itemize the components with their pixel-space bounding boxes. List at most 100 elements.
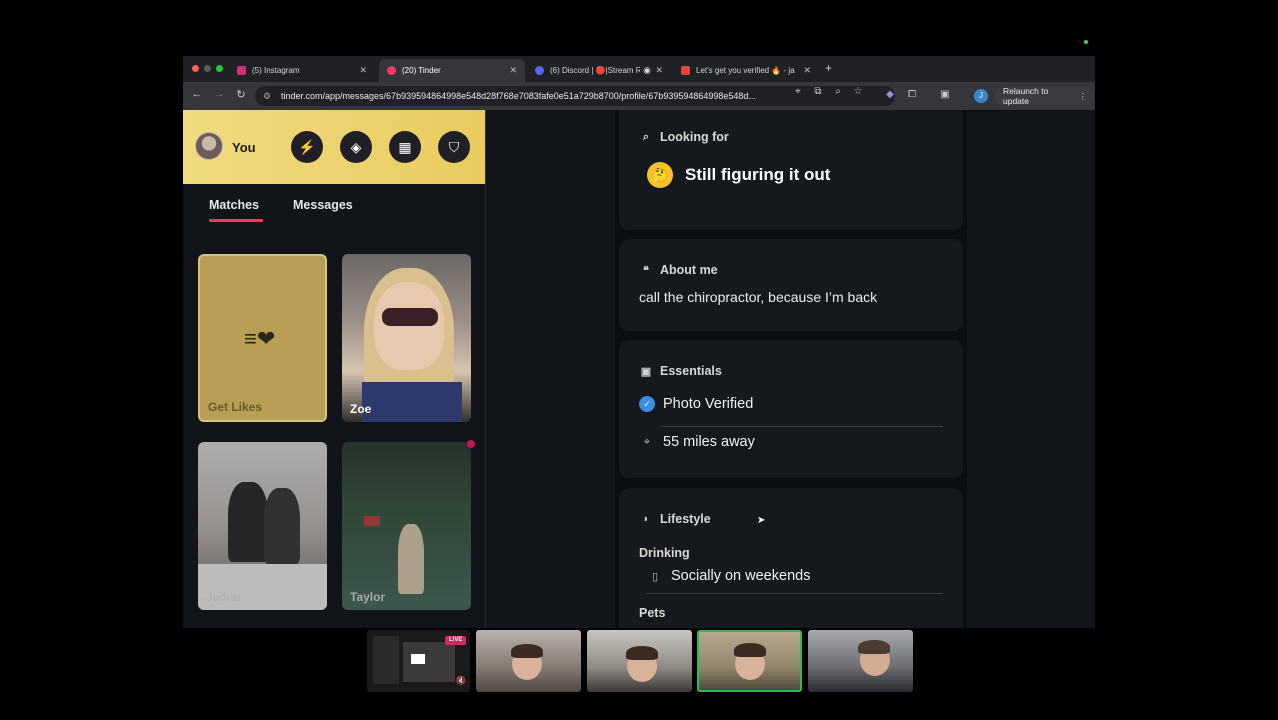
section-title: ◗ Lifestyle <box>639 512 711 526</box>
lifestyle-section: ◗ Lifestyle Drinking ▯ Socially on weeke… <box>619 488 963 628</box>
new-match-dot <box>467 440 475 448</box>
tab-gmail[interactable]: Let's get you verified 🔥 - ja ✕ <box>673 59 819 82</box>
new-tab-button[interactable]: + <box>825 61 832 75</box>
install-app-icon[interactable]: ⧉ <box>811 86 825 97</box>
profile-avatar[interactable]: J <box>974 89 988 103</box>
photo-verified-label: Photo Verified <box>663 396 754 412</box>
zoom-icon[interactable]: ⌕ <box>831 86 845 97</box>
explore-compass-icon[interactable]: ◈ <box>340 131 372 163</box>
site-settings-icon[interactable]: ⚙ <box>263 91 273 101</box>
card-label: Get Likes <box>208 400 263 414</box>
tab-messages[interactable]: Messages <box>293 198 353 212</box>
location-icon[interactable]: ⌖ <box>791 86 805 97</box>
thinking-face-icon: 🤔 <box>647 162 673 188</box>
match-card-jaden[interactable]: Jaden <box>198 442 327 610</box>
more-menu-icon[interactable]: ⋮ <box>1079 91 1088 102</box>
sidebar-header: You ⚡ ◈ ▦ ⛉ <box>183 110 485 184</box>
extensions-puzzle-icon[interactable]: ⧠ <box>906 89 918 101</box>
tab-bar: (5) Instagram ✕ (20) Tinder ✕ (6) Discor… <box>183 56 1095 82</box>
video-tile-participant-speaking[interactable] <box>697 630 802 692</box>
photo-person <box>264 488 300 564</box>
photo-person <box>228 482 268 562</box>
video-tile-participant[interactable] <box>476 630 581 692</box>
close-tab-icon[interactable]: ✕ <box>803 65 811 76</box>
tab-tinder[interactable]: (20) Tinder ✕ <box>379 59 525 82</box>
avatar[interactable] <box>195 132 223 160</box>
sidebar-tabs: Matches Messages <box>183 184 485 228</box>
card-label: Jaden <box>206 590 241 604</box>
maximize-window-button[interactable] <box>216 65 223 72</box>
video-tile-participant[interactable] <box>808 630 913 692</box>
minimize-window-button[interactable] <box>204 65 211 72</box>
url-text[interactable]: tinder.com/app/messages/67b939594864998e… <box>281 91 789 101</box>
participant-hair <box>626 646 658 660</box>
close-window-button[interactable] <box>192 65 199 72</box>
browser-toolbar: ← → ↻ ⚙ tinder.com/app/messages/67b93959… <box>183 82 1095 110</box>
profile-panel: ⌕ Looking for 🤔 Still figuring it out ❝ … <box>615 110 967 628</box>
looking-for-section: ⌕ Looking for 🤔 Still figuring it out <box>619 110 963 230</box>
screen-icon <box>411 654 425 664</box>
photo-person <box>398 524 424 594</box>
user-label[interactable]: You <box>232 140 256 155</box>
back-icon[interactable]: ← <box>189 88 205 100</box>
section-title-label: Looking for <box>660 130 729 144</box>
about-me-text: call the chiropractor, because I’m back <box>639 289 878 305</box>
participant-hair <box>734 643 766 657</box>
status-dot <box>1084 40 1088 44</box>
discord-icon <box>535 66 544 75</box>
location-pin-icon: ⌖ <box>643 435 651 448</box>
match-card-zoe[interactable]: Zoe <box>342 254 471 422</box>
match-card-taylor[interactable]: Taylor <box>342 442 471 610</box>
section-title-label: Lifestyle <box>660 512 711 526</box>
photo-sunglasses <box>382 308 438 326</box>
sidebar: You ⚡ ◈ ▦ ⛉ Matches Messages ≡❤ Get Like… <box>183 110 486 628</box>
reload-icon[interactable]: ↻ <box>233 88 249 101</box>
quote-icon: ❝ <box>643 264 649 277</box>
divider <box>661 426 943 427</box>
relaunch-to-update-button[interactable]: Relaunch to update ⋮ <box>995 86 1095 106</box>
extension-icon[interactable]: ◆ <box>884 89 896 101</box>
briefcase-icon[interactable]: ▦ <box>389 131 421 163</box>
close-tab-icon[interactable]: ✕ <box>655 65 663 76</box>
tab-label: (6) Discord | 🔴|Stream R <box>550 66 640 75</box>
tab-discord[interactable]: (6) Discord | 🔴|Stream R ◉ ✕ <box>527 59 671 82</box>
drinking-label: Drinking <box>639 546 690 560</box>
mouse-cursor-icon: ➤ <box>757 515 766 526</box>
forward-icon[interactable]: → <box>211 88 227 100</box>
mute-icon[interactable]: 🔇 <box>456 676 466 685</box>
participant-hair <box>511 644 543 658</box>
drinking-row: ▯ Socially on weekends <box>647 568 951 584</box>
section-title-label: About me <box>660 263 718 277</box>
drinking-value: Socially on weekends <box>671 568 811 584</box>
card-label: Taylor <box>350 590 386 604</box>
divider <box>647 593 943 594</box>
tinder-icon <box>387 66 396 75</box>
tinder-page: You ⚡ ◈ ▦ ⛉ Matches Messages ≡❤ Get Like… <box>183 110 1095 628</box>
section-title: ❝ About me <box>639 263 718 277</box>
get-likes-card[interactable]: ≡❤ Get Likes <box>198 254 327 422</box>
tab-label: (5) Instagram <box>252 66 300 75</box>
card-label: Zoe <box>350 402 372 416</box>
photo-face <box>374 282 444 370</box>
search-icon: ⌕ <box>642 130 650 143</box>
browser-window: (5) Instagram ✕ (20) Tinder ✕ (6) Discor… <box>183 56 1095 628</box>
shield-icon[interactable]: ⛉ <box>438 131 470 163</box>
heart-icon: ≡❤ <box>244 326 276 351</box>
video-tile-participant[interactable] <box>587 630 692 692</box>
bookmark-star-icon[interactable]: ☆ <box>851 86 865 97</box>
tab-matches[interactable]: Matches <box>209 198 259 212</box>
section-title: ⌕ Looking for <box>639 130 729 144</box>
side-panel-icon[interactable]: ▣ <box>939 89 951 101</box>
verified-badge-icon: ✓ <box>639 396 655 412</box>
instagram-icon <box>237 66 246 75</box>
boost-icon[interactable]: ⚡ <box>291 131 323 163</box>
close-tab-icon[interactable]: ✕ <box>359 65 367 76</box>
screen-share-thumbnail <box>373 636 399 684</box>
close-tab-icon[interactable]: ✕ <box>509 65 517 76</box>
photo-shirt <box>362 382 462 422</box>
glass-icon: ▯ <box>651 570 659 583</box>
audio-icon: ◉ <box>643 65 651 75</box>
tab-instagram[interactable]: (5) Instagram ✕ <box>229 59 375 82</box>
id-card-icon: ▣ <box>640 365 652 378</box>
photo-verified-row: ✓ Photo Verified <box>639 396 943 412</box>
